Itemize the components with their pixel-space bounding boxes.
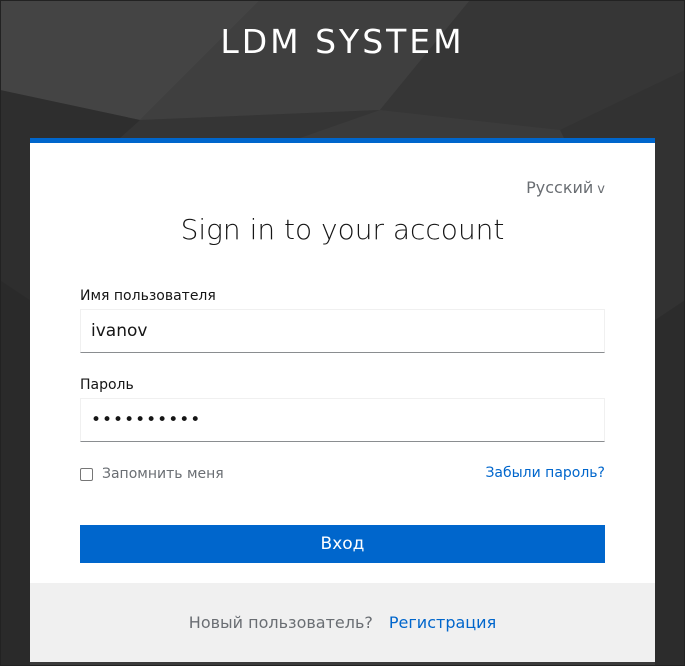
username-label: Имя пользователя [80,288,216,304]
login-button[interactable]: Вход [80,525,605,563]
login-card: Русский v Sign in to your account Имя пол… [30,138,655,662]
remember-me-label: Запомнить меня [102,466,224,482]
new-user-text: Новый пользователь? [188,613,373,632]
language-label: Русский [526,178,594,197]
forgot-password-link[interactable]: Забыли пароль? [485,465,605,481]
remember-me-checkbox[interactable] [80,467,93,481]
register-link[interactable]: Регистрация [389,613,496,632]
registration-footer: Новый пользователь? Регистрация [30,583,655,662]
page-title: Sign in to your account [180,213,505,246]
brand-title: LDM SYSTEM [220,22,465,61]
password-label: Пароль [80,377,134,393]
language-selector[interactable]: Русский v [526,178,605,197]
username-input[interactable]: ivanov [80,309,605,353]
remember-me[interactable]: Запомнить меня [80,466,224,482]
chevron-down-icon: v [597,182,605,197]
password-input[interactable]: •••••••••• [80,398,605,442]
